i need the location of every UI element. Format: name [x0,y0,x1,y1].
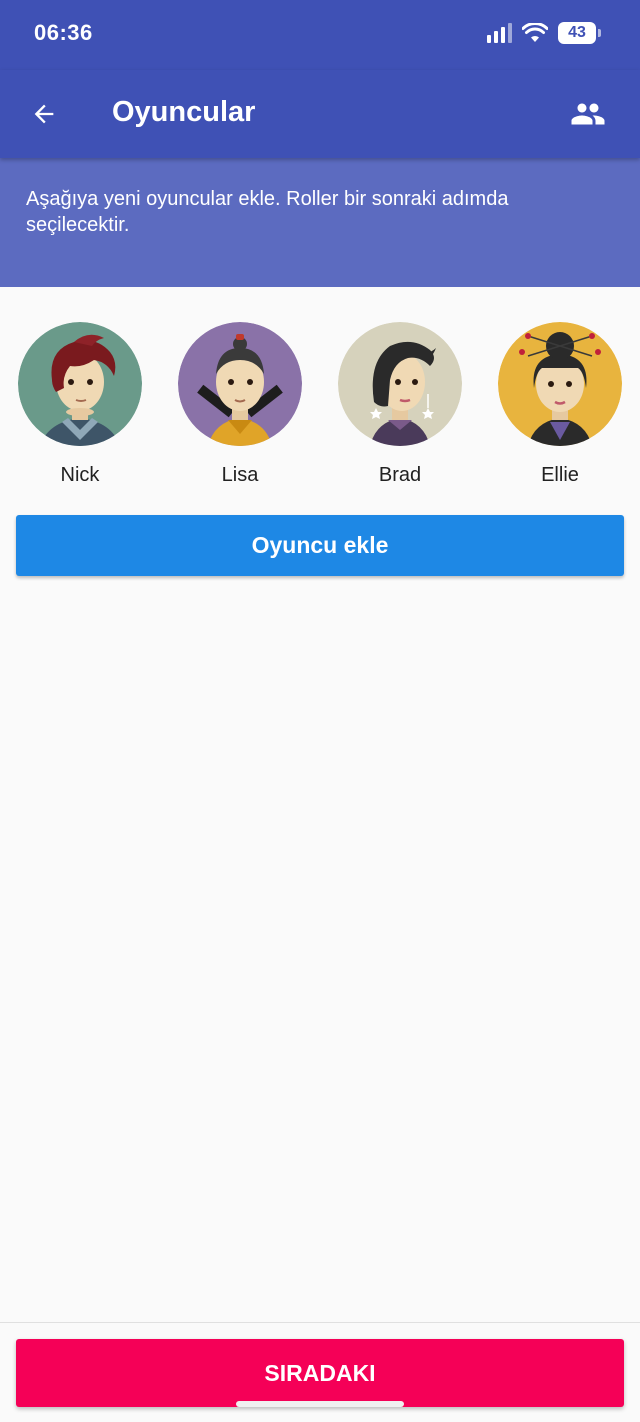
arrow-back-icon [34,104,54,124]
status-bar: 06:36 43 [0,0,640,70]
home-indicator[interactable] [236,1401,404,1407]
avatar [18,322,142,446]
battery-icon: 43 [558,22,601,44]
player-item[interactable]: Ellie [495,320,625,490]
player-name: Ellie [541,464,579,486]
players-button[interactable] [566,92,610,136]
avatar [338,322,462,446]
avatar [178,322,302,446]
back-button[interactable] [22,92,66,136]
next-button[interactable]: SIRADAKI [16,1339,624,1407]
player-item[interactable]: Nick [15,320,145,490]
add-player-button[interactable]: Oyuncu ekle [16,515,624,576]
avatar [498,322,622,446]
player-item[interactable]: Brad [335,320,465,490]
wifi-icon [522,23,548,42]
signal-icon [487,23,512,43]
player-name: Brad [378,464,422,486]
page-title: Oyuncular [112,96,256,128]
player-item[interactable]: Lisa [175,320,305,490]
player-name: Nick [60,464,100,486]
footer-divider [0,1322,640,1323]
status-icons: 43 [487,22,601,44]
info-banner: Aşağıya yeni oyuncular ekle. Roller bir … [0,158,640,287]
players-list: Nick Lisa Brad Ellie [0,320,640,490]
app-bar: Oyuncular [0,70,640,158]
player-name: Lisa [221,464,259,486]
status-time: 06:36 [34,20,93,45]
people-icon [571,103,605,125]
